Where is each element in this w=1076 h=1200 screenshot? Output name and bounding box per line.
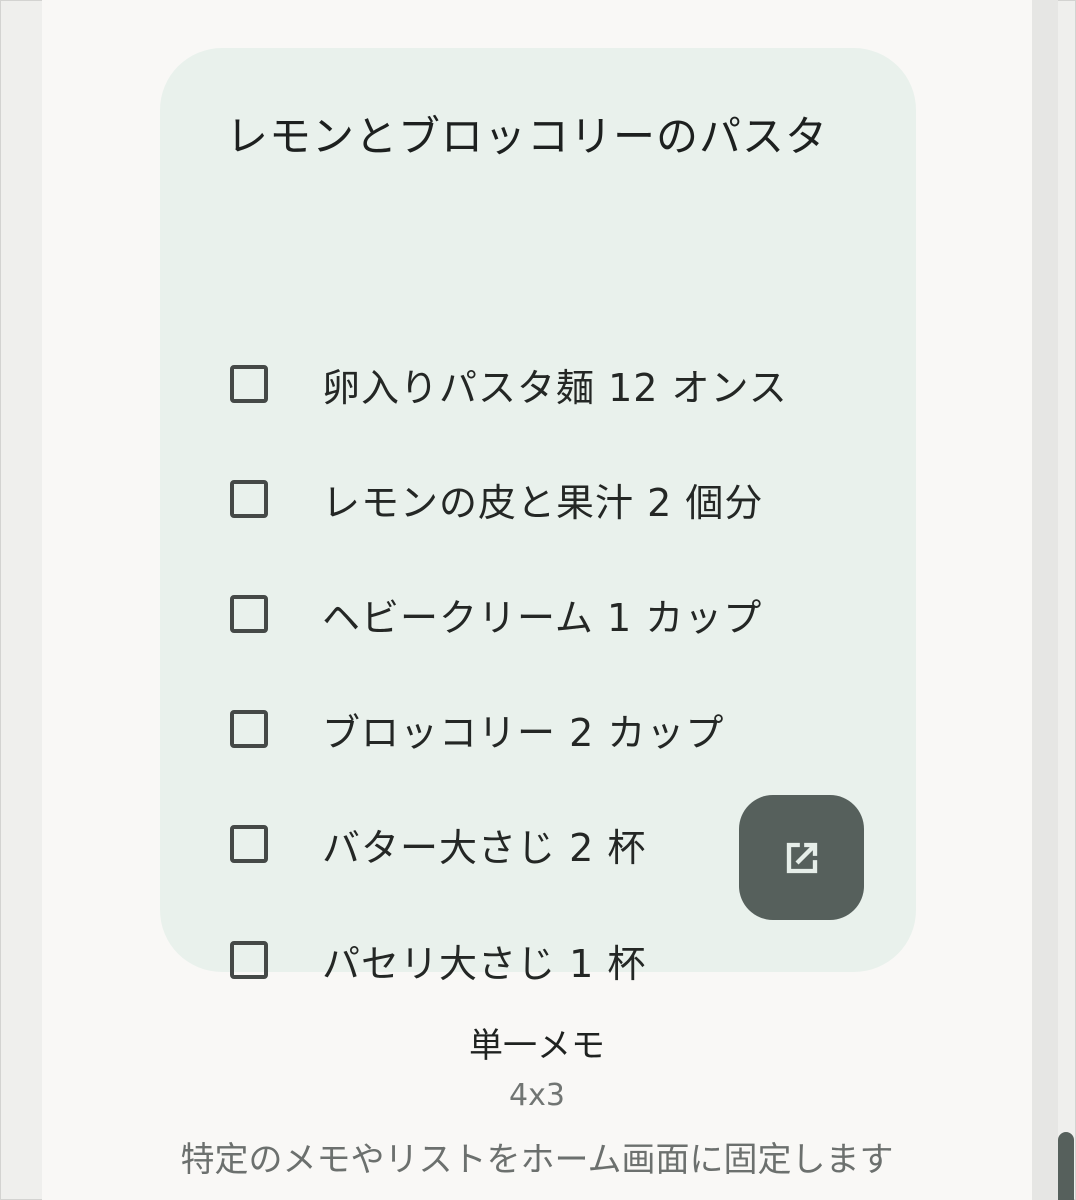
note-widget-preview[interactable]: レモンとブロッコリーのパスタ 卵入りパスタ麺 12 オンス レモンの皮と果汁 2…	[160, 48, 916, 986]
checklist-item[interactable]: 卵入りパスタ麺 12 オンス	[230, 354, 788, 414]
checklist-item-label: レモンの皮と果汁 2 個分	[322, 480, 764, 525]
checklist-item-label: パセリ大さじ 1 杯	[322, 941, 647, 986]
checklist-item[interactable]: ブロッコリー 2 カップ	[230, 699, 724, 759]
widget-description: 特定のメモやリストをホーム画面に固定します	[180, 1140, 894, 1180]
open-note-button[interactable]	[739, 795, 864, 920]
checklist-item[interactable]: レモンの皮と果汁 2 個分	[230, 469, 763, 529]
checkbox[interactable]	[230, 941, 268, 979]
checklist-item-label: 卵入りパスタ麺 12 オンス	[322, 365, 788, 410]
widget-size: 4x3	[509, 1078, 565, 1113]
checklist-item-label: バター大さじ 2 杯	[322, 825, 647, 870]
checklist-item[interactable]: バター大さじ 2 杯	[230, 814, 646, 874]
open-in-new-icon	[786, 842, 817, 873]
widget-name: 単一メモ	[469, 1026, 605, 1066]
checklist-item-label: ヘビークリーム 1 カップ	[322, 595, 763, 640]
checkbox[interactable]	[230, 710, 268, 748]
checklist-item[interactable]: ヘビークリーム 1 カップ	[230, 584, 762, 644]
note-title: レモンとブロッコリーのパスタ	[226, 112, 829, 161]
scroll-track	[1032, 0, 1058, 1200]
scrollbar-thumb[interactable]	[1058, 1132, 1074, 1200]
checkbox[interactable]	[230, 365, 268, 403]
checkbox[interactable]	[230, 480, 268, 518]
checklist-item[interactable]: パセリ大さじ 1 杯	[230, 930, 646, 990]
checkbox[interactable]	[230, 595, 268, 633]
checklist-item-label: ブロッコリー 2 カップ	[322, 710, 725, 755]
checkbox[interactable]	[230, 825, 268, 863]
